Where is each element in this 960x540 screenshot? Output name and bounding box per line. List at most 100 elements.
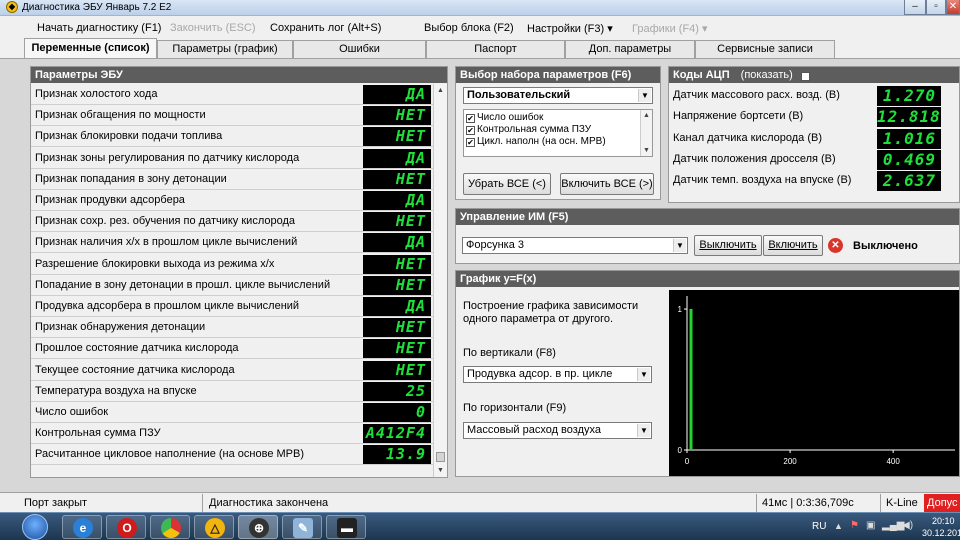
actuator-control-panel: Управление ИМ (F5) Форсунка 3 ▼ Выключит… [455, 208, 960, 264]
ecu-param-value: ДА [363, 297, 431, 316]
scroll-down-icon[interactable]: ▼ [641, 145, 652, 156]
checkbox-checked-icon[interactable]: ✔ [466, 126, 475, 135]
adc-row: Напряжение бортсети (В) 12.818 [669, 106, 949, 128]
param-list-item[interactable]: ✔ Цикл. наполн (на осн. МРВ) [466, 136, 606, 148]
adc-row: Канал датчика кислорода (В) 1.016 [669, 128, 949, 149]
chart-background [669, 290, 959, 476]
tab-extra-parameters[interactable]: Доп. параметры [565, 40, 695, 58]
param-list-item[interactable]: ✔ Число ошибок [466, 112, 606, 124]
ecu-param-value: НЕТ [363, 254, 431, 274]
ecu-param-row: Признак обнаружения детонации НЕТ [31, 317, 441, 339]
tray-app-icon[interactable]: ▣ [866, 520, 875, 531]
adc-row: Датчик положения дросселя (В) 0.469 [669, 149, 949, 170]
ecu-param-row: Признак блокировки подачи топлива НЕТ [31, 126, 441, 148]
scroll-thumb[interactable] [436, 452, 445, 462]
taskbar-item-ie[interactable]: e [62, 515, 102, 539]
actuator-select[interactable]: Форсунка 3 ▼ [462, 237, 688, 254]
taskbar-item-app[interactable]: △ [194, 515, 234, 539]
language-indicator[interactable]: RU [812, 521, 826, 532]
param-list-item[interactable]: ✔ Контрольная сумма ПЗУ [466, 124, 606, 136]
taskbar-item-media[interactable]: ▬ [326, 515, 366, 539]
graph-panel: График y=F(x) Построение графика зависим… [455, 270, 960, 477]
adc-value: 12.818 [877, 107, 941, 128]
chrome-icon [161, 518, 181, 538]
adc-row: Датчик темп. воздуха на впуске (В) 2.637 [669, 170, 949, 192]
ecu-param-row: Признак холостого хода ДА [31, 84, 441, 105]
ecu-param-value: НЕТ [363, 318, 431, 338]
turn-on-button[interactable]: Включить [763, 235, 823, 256]
ecu-param-label: Признак попадания в зону детонации [35, 172, 227, 185]
horizontal-axis-selected: Массовый расход воздуха [467, 424, 601, 436]
tab-parameters-graph[interactable]: Параметры (график) [157, 40, 293, 58]
tab-service-records[interactable]: Сервисные записи [695, 40, 835, 58]
diagnostics-status: Диагностика закончена [209, 497, 329, 509]
start-button[interactable] [22, 514, 48, 540]
adc-show-checkbox[interactable]: ✔ [800, 72, 810, 81]
turn-off-button[interactable]: Выключить [694, 235, 762, 256]
maximize-button[interactable]: ▫ [926, 0, 946, 15]
actuator-status: Выключено [853, 240, 918, 252]
checkbox-checked-icon[interactable]: ✔ [466, 114, 475, 123]
horizontal-axis-select[interactable]: Массовый расход воздуха ▼ [463, 422, 652, 439]
error-status-icon: ✕ [828, 238, 843, 253]
scroll-up-icon[interactable]: ▲ [434, 84, 447, 97]
status-bar: Порт закрыт Диагностика закончена 41мс |… [0, 492, 960, 512]
taskbar-item-paint[interactable]: ✎ [282, 515, 322, 539]
param-set-select[interactable]: Пользовательский ▼ [463, 87, 653, 104]
stop-diagnostics-button[interactable]: Закончить (ESC) [170, 22, 256, 34]
start-diagnostics-button[interactable]: Начать диагностику (F1) [37, 22, 161, 34]
ecu-scrollbar[interactable]: ▲ ▼ [433, 84, 447, 477]
include-all-button[interactable]: Включить ВСЕ (>) [560, 173, 654, 195]
adc-panel: Коды АЦП (показать) ✔ Датчик массового р… [668, 66, 960, 203]
tab-variables-list[interactable]: Переменные (список) [24, 38, 157, 58]
taskbar-item-chrome[interactable] [150, 515, 190, 539]
save-log-button[interactable]: Сохранить лог (Alt+S) [270, 22, 381, 34]
ecu-param-row: Признак зоны регулирования по датчику ки… [31, 148, 441, 169]
tab-passport[interactable]: Паспорт [426, 40, 565, 58]
ecu-param-label: Признак холостого хода [35, 88, 158, 100]
action-center-icon[interactable]: ⚑ [850, 520, 859, 531]
chevron-down-icon: ▼ [638, 89, 651, 102]
alert-status: Допус [924, 494, 960, 512]
ecu-param-value: ДА [363, 233, 431, 253]
paint-icon: ✎ [293, 518, 313, 538]
ecu-param-label: Признак блокировки подачи топлива [35, 130, 223, 143]
scroll-up-icon[interactable]: ▲ [641, 110, 652, 121]
minimize-button[interactable]: – [904, 0, 926, 15]
vertical-axis-selected: Продувка адсор. в пр. цикле [467, 368, 613, 380]
ecu-param-label: Признак сохр. рез. обучения по датчику к… [35, 215, 296, 228]
checkbox-checked-icon[interactable]: ✔ [466, 138, 475, 147]
clock-time[interactable]: 20:10 [932, 516, 955, 526]
ecu-param-value: НЕТ [363, 360, 431, 380]
opera-icon: O [117, 518, 137, 538]
ecu-param-row: Признак сохр. рез. обучения по датчику к… [31, 211, 441, 233]
param-set-panel: Выбор набора параметров (F6) Пользовател… [455, 66, 661, 200]
triangle-app-icon: △ [205, 518, 225, 538]
ecu-param-value: НЕТ [363, 106, 431, 126]
app-icon: ◆ [6, 1, 18, 13]
remove-all-button[interactable]: Убрать ВСЕ (<) [463, 173, 551, 195]
ecu-param-row: Признак обгащения по мощности НЕТ [31, 105, 441, 127]
taskbar-item-opera[interactable]: O [106, 515, 146, 539]
tab-errors[interactable]: Ошибки [293, 40, 426, 58]
ecu-param-label: Признак продувки адсорбера [35, 194, 185, 206]
volume-icon[interactable]: ◀) [902, 520, 913, 531]
close-button[interactable]: ✕ [946, 0, 960, 15]
graphs-menu[interactable]: Графики (F4) ▾ [632, 22, 708, 35]
clock-date[interactable]: 30.12.2014 [922, 528, 960, 538]
param-list-scrollbar[interactable]: ▲ ▼ [640, 110, 652, 156]
select-block-button[interactable]: Выбор блока (F2) [424, 22, 514, 34]
port-status: Порт закрыт [24, 497, 88, 509]
adc-label: Датчик темп. воздуха на впуске (В) [673, 174, 852, 187]
scroll-down-icon[interactable]: ▼ [434, 464, 447, 477]
media-icon: ▬ [337, 518, 357, 538]
adc-value: 1.270 [877, 86, 941, 106]
taskbar-item-diagnostics[interactable]: ⊕ [238, 515, 278, 539]
chevron-down-icon: ▼ [637, 424, 650, 437]
vertical-axis-select[interactable]: Продувка адсор. в пр. цикле ▼ [463, 366, 652, 383]
settings-menu[interactable]: Настройки (F3) ▾ [527, 22, 613, 35]
ecu-param-value: НЕТ [363, 275, 431, 295]
actuator-selected: Форсунка 3 [466, 239, 525, 251]
tray-show-hidden-icon[interactable]: ▲ [834, 521, 843, 531]
ecu-param-label: Расчитанное цикловое наполнение (на осно… [35, 448, 305, 461]
